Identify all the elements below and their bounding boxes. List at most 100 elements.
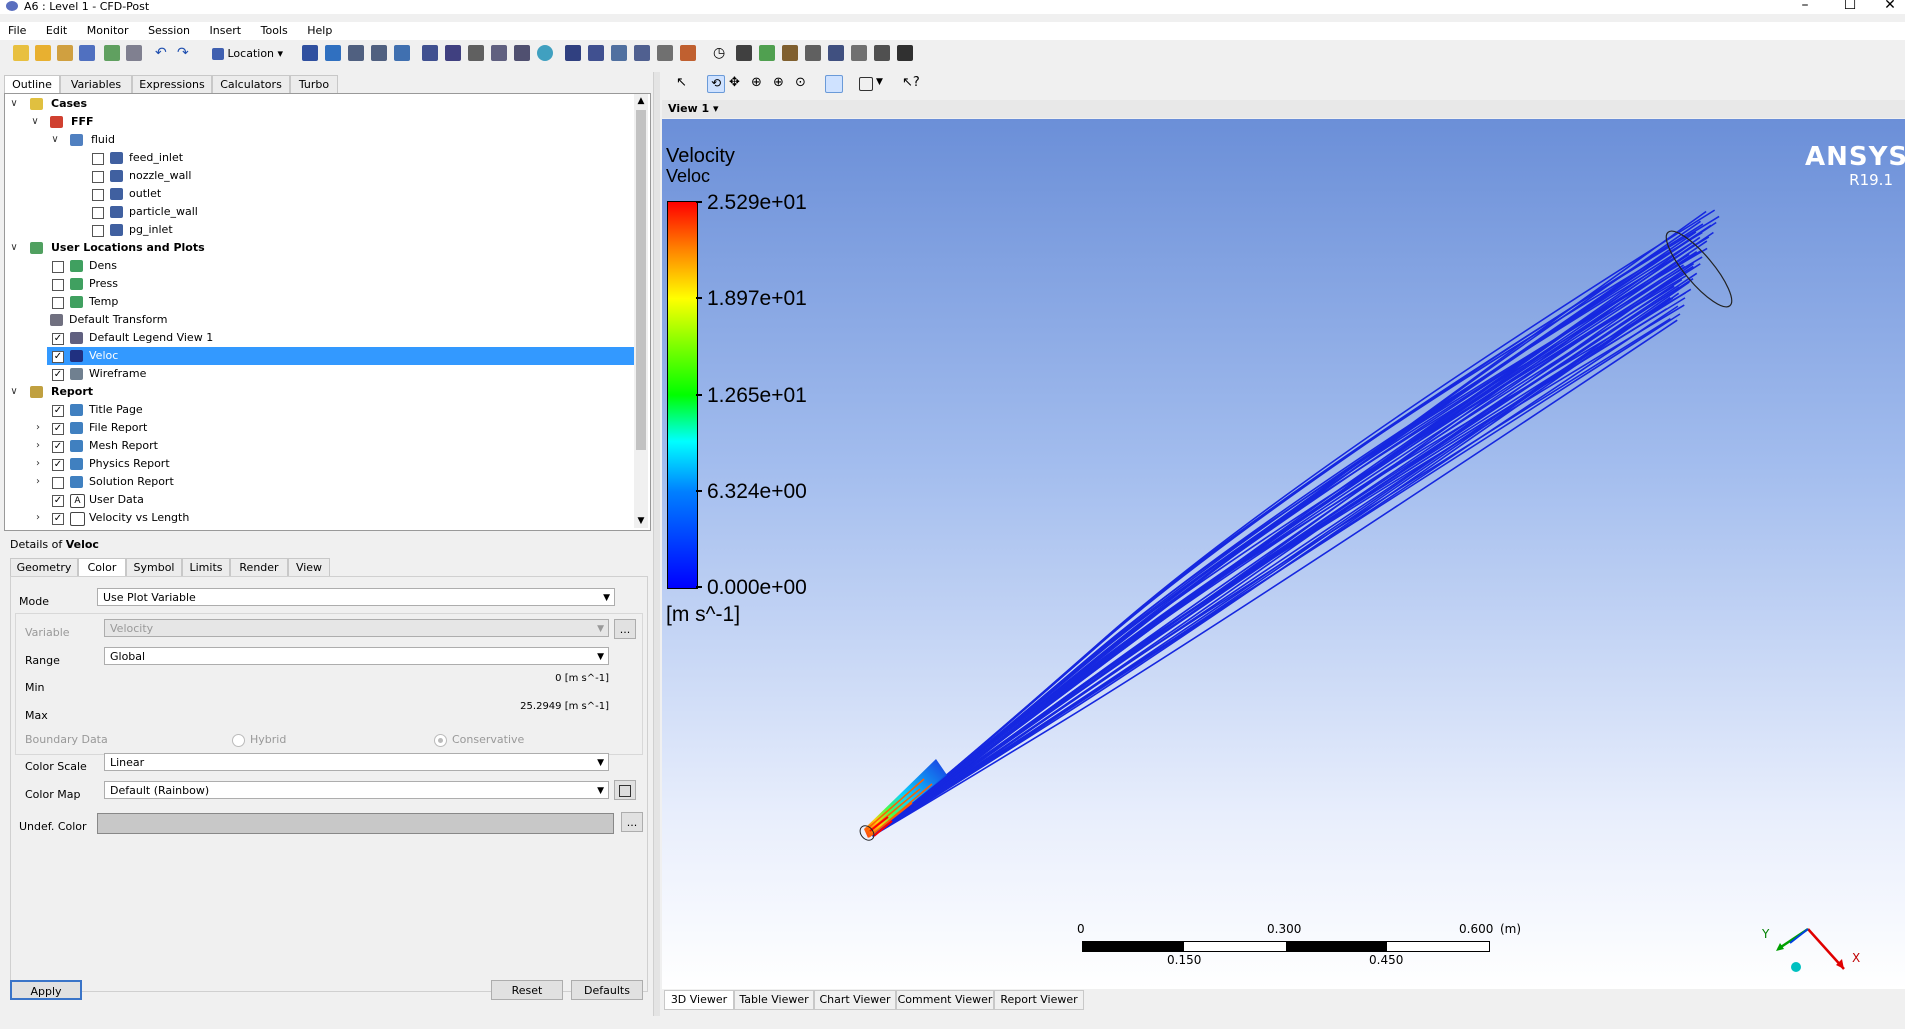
- select-icon[interactable]: ↖: [676, 75, 692, 91]
- checkbox[interactable]: ✓: [52, 369, 64, 381]
- zoom-box-icon[interactable]: ⊕: [773, 75, 789, 91]
- menu-file[interactable]: File: [8, 22, 26, 37]
- zoom-icon[interactable]: ⊕: [751, 75, 767, 91]
- fit-view-icon[interactable]: [825, 75, 843, 93]
- legend-icon[interactable]: [468, 45, 484, 61]
- save-state-as-icon[interactable]: [79, 45, 95, 61]
- location-dropdown[interactable]: Location ▾: [212, 44, 290, 64]
- checkbox[interactable]: [92, 207, 104, 219]
- maximize-icon[interactable]: ☐: [1830, 0, 1870, 13]
- tree-item-boundary[interactable]: nozzle_wall: [5, 167, 635, 185]
- case-comparison-icon[interactable]: [874, 45, 890, 61]
- vector-icon[interactable]: [302, 45, 318, 61]
- viewport-layout-dropdown-icon[interactable]: ▼: [876, 77, 883, 87]
- macro-calculator-icon[interactable]: [828, 45, 844, 61]
- checkbox[interactable]: ✓: [52, 495, 64, 507]
- 3d-viewport[interactable]: Velocity Veloc 2.529e+01 1.897e+01 1.265…: [662, 119, 1905, 989]
- tree-item-boundary[interactable]: pg_inlet: [5, 221, 635, 239]
- tree-item-user-locations[interactable]: ∨ User Locations and Plots: [5, 239, 635, 257]
- pan-icon[interactable]: ✥: [729, 75, 745, 91]
- collapse-icon[interactable]: ∨: [9, 383, 19, 401]
- tree-item-wireframe[interactable]: ✓ Wireframe: [5, 365, 635, 383]
- tree-scrollbar[interactable]: ▲ ▼: [634, 94, 648, 528]
- screenshot-icon[interactable]: [126, 45, 142, 61]
- tree-item-press[interactable]: Press: [5, 275, 635, 293]
- menu-monitor[interactable]: Monitor: [87, 22, 129, 37]
- tab-expressions[interactable]: Expressions: [132, 75, 212, 93]
- checkbox[interactable]: ✓: [52, 333, 64, 345]
- undef-color-swatch[interactable]: [97, 813, 614, 834]
- tree-item-mesh-report[interactable]: › ✓ Mesh Report: [5, 437, 635, 455]
- timestep-icon[interactable]: ◷: [713, 45, 729, 61]
- mode-select[interactable]: Use Plot Variable ▼: [97, 588, 615, 606]
- collapse-icon[interactable]: ∨: [50, 131, 60, 149]
- tab-turbo[interactable]: Turbo: [290, 75, 338, 93]
- reset-button[interactable]: Reset: [491, 980, 563, 1000]
- tab-report-viewer[interactable]: Report Viewer: [994, 990, 1084, 1010]
- checkbox[interactable]: ✓: [52, 459, 64, 471]
- expand-icon[interactable]: ›: [33, 509, 43, 527]
- collapse-icon[interactable]: ∨: [9, 239, 19, 257]
- color-map-icon[interactable]: [537, 45, 553, 61]
- tab-table-viewer[interactable]: Table Viewer: [734, 990, 814, 1010]
- tree-item-report[interactable]: ∨ Report: [5, 383, 635, 401]
- checkbox[interactable]: [52, 279, 64, 291]
- tab-symbol[interactable]: Symbol: [126, 558, 182, 576]
- tab-limits[interactable]: Limits: [182, 558, 230, 576]
- tree-item-cases[interactable]: ∨ Cases: [5, 95, 635, 113]
- tree-item-file-report[interactable]: › ✓ File Report: [5, 419, 635, 437]
- function-calculator-icon[interactable]: [805, 45, 821, 61]
- particle-track-icon[interactable]: [371, 45, 387, 61]
- instance-transform-icon[interactable]: [491, 45, 507, 61]
- tree-item-dens[interactable]: Dens: [5, 257, 635, 275]
- table-icon[interactable]: [611, 45, 627, 61]
- defaults-button[interactable]: Defaults: [571, 980, 643, 1000]
- tree-item-default-transform[interactable]: Default Transform: [5, 311, 635, 329]
- checkbox[interactable]: [52, 261, 64, 273]
- scroll-up-icon[interactable]: ▲: [634, 94, 648, 108]
- checkbox[interactable]: ✓: [52, 513, 64, 525]
- expand-icon[interactable]: ›: [33, 473, 43, 491]
- tree-item-solution-report[interactable]: › Solution Report: [5, 473, 635, 491]
- tab-chart-viewer[interactable]: Chart Viewer: [814, 990, 896, 1010]
- tab-variables[interactable]: Variables: [60, 75, 132, 93]
- menu-tools[interactable]: Tools: [261, 22, 288, 37]
- tree-item-physics-report[interactable]: › ✓ Physics Report: [5, 455, 635, 473]
- probe-icon[interactable]: [782, 45, 798, 61]
- animation-icon[interactable]: [736, 45, 752, 61]
- command-editor-icon[interactable]: [897, 45, 913, 61]
- quick-edit-icon[interactable]: [759, 45, 775, 61]
- new-case-icon[interactable]: [13, 45, 29, 61]
- expand-icon[interactable]: ›: [33, 437, 43, 455]
- checkbox[interactable]: [92, 189, 104, 201]
- scroll-down-icon[interactable]: ▼: [634, 514, 648, 528]
- hybrid-radio[interactable]: [232, 734, 245, 747]
- tab-calculators[interactable]: Calculators: [212, 75, 290, 93]
- rotate-icon[interactable]: ⟲: [707, 75, 725, 93]
- expand-icon[interactable]: ›: [33, 419, 43, 437]
- tree-item-temp[interactable]: Temp: [5, 293, 635, 311]
- streamline-icon[interactable]: [348, 45, 364, 61]
- contour-icon[interactable]: [325, 45, 341, 61]
- expression-icon[interactable]: [588, 45, 604, 61]
- tree-item-title-page[interactable]: ✓ Title Page: [5, 401, 635, 419]
- volume-render-icon[interactable]: [394, 45, 410, 61]
- comment-icon[interactable]: [657, 45, 673, 61]
- mesh-calculator-icon[interactable]: [851, 45, 867, 61]
- checkbox[interactable]: [52, 477, 64, 489]
- menu-edit[interactable]: Edit: [46, 22, 67, 37]
- checkbox[interactable]: [92, 153, 104, 165]
- menu-insert[interactable]: Insert: [210, 22, 242, 37]
- tab-view[interactable]: View: [288, 558, 330, 576]
- viewport-layout-icon[interactable]: [859, 77, 873, 91]
- range-select[interactable]: Global ▼: [104, 647, 609, 665]
- tab-color[interactable]: Color: [78, 558, 126, 577]
- redo-icon[interactable]: ↷: [177, 45, 193, 61]
- zoom-fit-icon[interactable]: ⊙: [795, 75, 811, 91]
- color-scale-select[interactable]: Linear ▼: [104, 753, 609, 771]
- undo-icon[interactable]: ↶: [155, 45, 171, 61]
- tree-item-velocity-vs-length[interactable]: › ✓ Velocity vs Length: [5, 509, 635, 527]
- checkbox[interactable]: ✓: [52, 441, 64, 453]
- menu-help[interactable]: Help: [307, 22, 332, 37]
- checkbox[interactable]: [92, 171, 104, 183]
